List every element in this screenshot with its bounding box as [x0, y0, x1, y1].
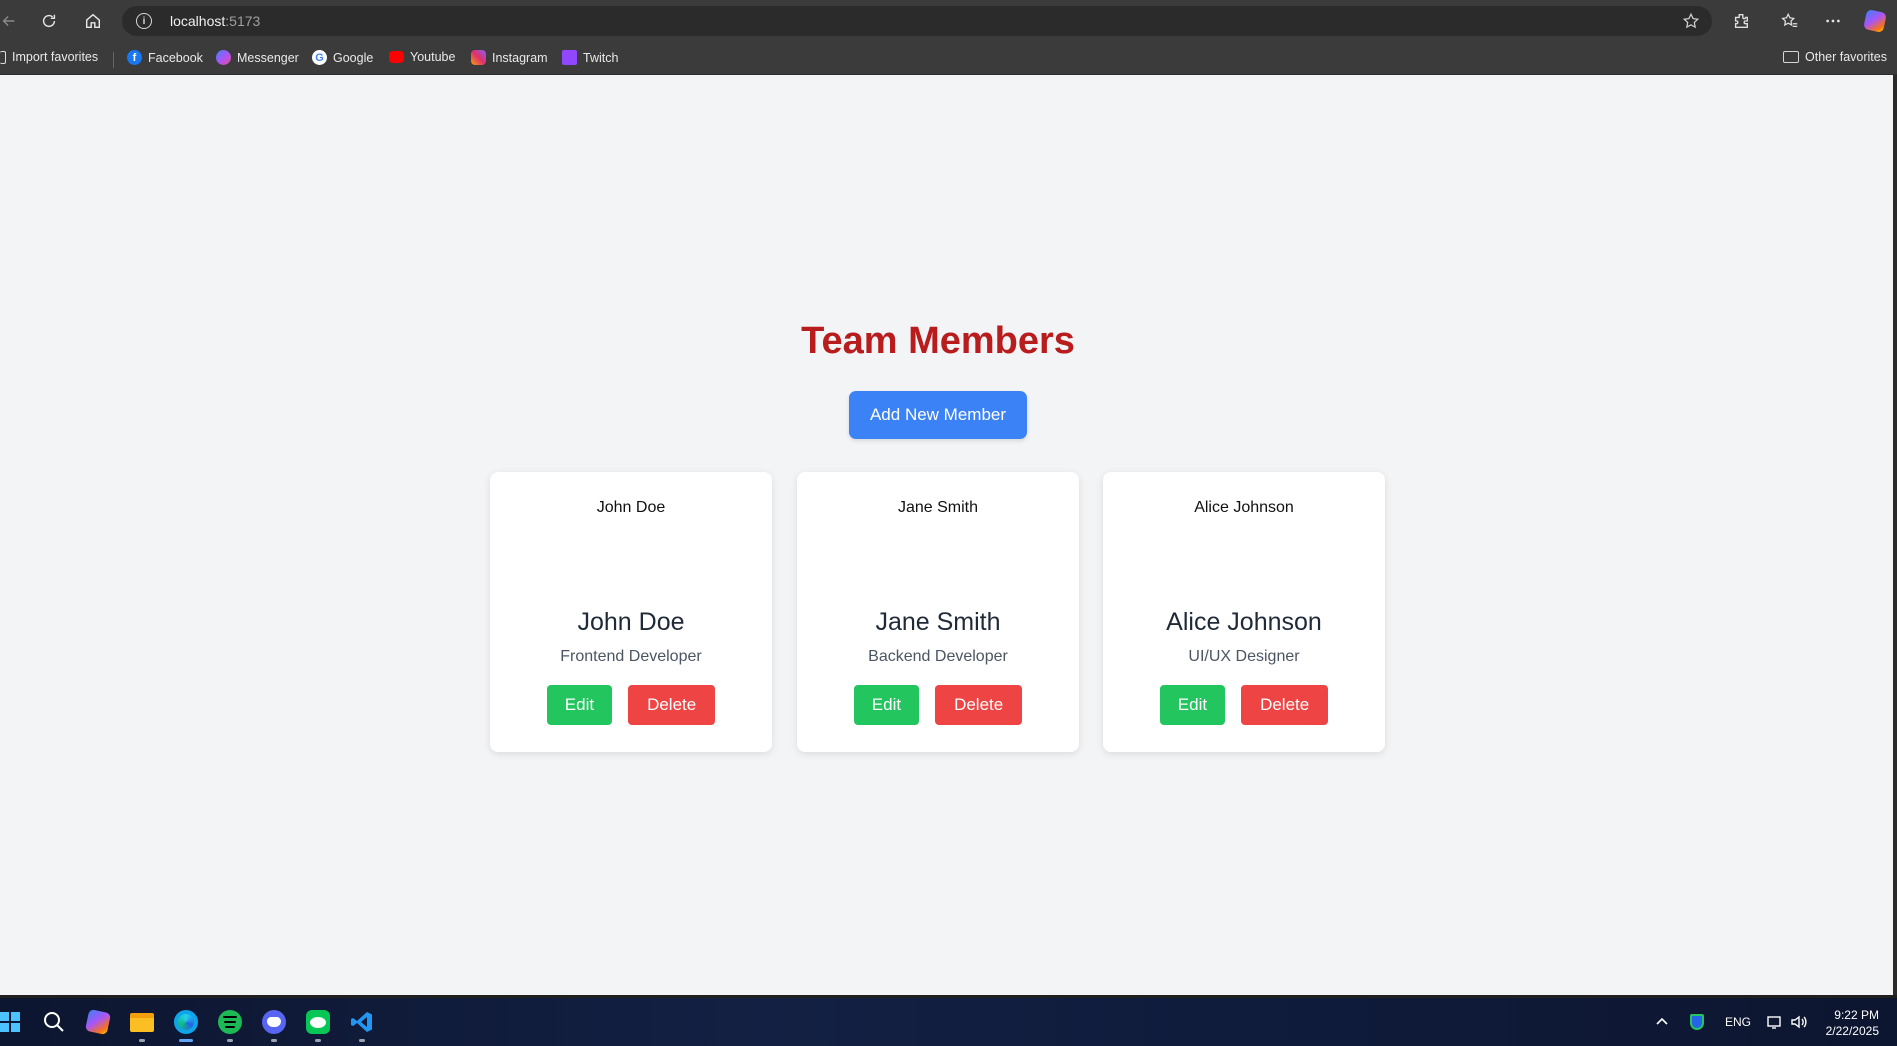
page-title: Team Members	[801, 320, 1075, 362]
edit-button[interactable]: Edit	[546, 685, 613, 725]
image-alt-text: John Doe	[596, 499, 666, 516]
edit-button[interactable]: Edit	[1159, 685, 1226, 725]
volume-icon[interactable]	[1790, 998, 1808, 1046]
other-favorites[interactable]: Other favorites	[1783, 50, 1887, 64]
card-actions: Edit Delete	[490, 685, 772, 725]
youtube-icon	[389, 51, 404, 63]
member-name: Jane Smith	[875, 608, 1001, 636]
bookmark-instagram[interactable]: Instagram	[471, 50, 548, 65]
bookmark-label: Messenger	[237, 50, 299, 65]
messenger-icon	[216, 50, 231, 65]
delete-button[interactable]: Delete	[628, 685, 716, 725]
import-icon	[0, 50, 6, 64]
member-card: John Doe John Doe Frontend Developer Edi…	[490, 472, 772, 752]
edge-icon[interactable]	[170, 1006, 202, 1042]
back-icon[interactable]	[0, 6, 24, 36]
member-name: Alice Johnson	[1166, 608, 1322, 636]
facebook-icon: f	[127, 50, 142, 65]
language-indicator[interactable]: ENG	[1725, 998, 1751, 1046]
delete-button[interactable]: Delete	[1241, 685, 1329, 725]
bookmark-label: Import favorites	[12, 50, 99, 64]
security-shield-icon[interactable]	[1690, 998, 1704, 1046]
member-card: Jane Smith Jane Smith Backend Developer …	[797, 472, 1079, 752]
url-port: :5173	[225, 13, 261, 29]
image-alt-text: Alice Johnson	[1194, 499, 1294, 516]
search-icon[interactable]	[38, 1006, 70, 1038]
window-edge	[1893, 75, 1897, 995]
other-favorites-label: Other favorites	[1805, 50, 1887, 64]
folder-icon	[1783, 51, 1799, 63]
member-role: Backend Developer	[868, 648, 1008, 665]
copilot-icon[interactable]	[1860, 6, 1890, 36]
card-actions: Edit Delete	[1103, 685, 1385, 725]
bookmark-youtube[interactable]: Youtube	[389, 50, 455, 64]
bookmark-facebook[interactable]: f Facebook	[127, 50, 203, 65]
extensions-icon[interactable]	[1726, 6, 1756, 36]
reload-icon[interactable]	[34, 6, 64, 36]
edit-button[interactable]: Edit	[853, 685, 920, 725]
home-icon[interactable]	[78, 6, 108, 36]
bookmark-twitch[interactable]: Twitch	[562, 50, 618, 65]
image-alt-text: Jane Smith	[897, 499, 979, 516]
bookmark-messenger[interactable]: Messenger	[216, 50, 299, 65]
copilot-icon[interactable]	[82, 1006, 114, 1038]
show-hidden-icons-icon[interactable]	[1655, 998, 1669, 1046]
favorites-icon[interactable]	[1775, 6, 1805, 36]
more-options-icon[interactable]	[1818, 6, 1848, 36]
clock-time: 9:22 PM	[1834, 1008, 1879, 1022]
system-clock[interactable]: 9:22 PM 2/22/2025	[1826, 1007, 1879, 1039]
address-bar[interactable]: i localhost:5173	[122, 6, 1712, 36]
member-photo: Jane Smith	[888, 496, 988, 596]
favorite-star-icon[interactable]	[1682, 12, 1700, 30]
clock-date: 2/22/2025	[1825, 1024, 1879, 1038]
bookmark-label: Facebook	[148, 50, 203, 65]
member-role: Frontend Developer	[560, 648, 702, 665]
vscode-icon[interactable]	[346, 1006, 378, 1042]
discord-icon[interactable]	[258, 1006, 290, 1042]
bookmark-separator	[113, 52, 114, 68]
member-role: UI/UX Designer	[1188, 648, 1300, 665]
bookmarks-bar: Import favorites f Facebook Messenger G …	[0, 42, 1897, 75]
bookmark-label: Instagram	[492, 50, 548, 65]
delete-button[interactable]: Delete	[935, 685, 1023, 725]
bookmark-google[interactable]: G Google	[312, 50, 373, 65]
member-photo: John Doe	[581, 496, 681, 596]
line-icon[interactable]	[302, 1006, 334, 1042]
instagram-icon	[471, 50, 486, 65]
spotify-icon[interactable]	[214, 1006, 246, 1042]
bookmark-label: Youtube	[410, 50, 456, 64]
google-icon: G	[312, 50, 327, 65]
member-card: Alice Johnson Alice Johnson UI/UX Design…	[1103, 472, 1385, 752]
card-actions: Edit Delete	[797, 685, 1079, 725]
page-viewport: Team Members Add New Member John Doe Joh…	[0, 75, 1893, 995]
bookmark-label: Google	[333, 50, 374, 65]
add-new-member-button[interactable]: Add New Member	[849, 391, 1027, 439]
language-label: ENG	[1725, 1015, 1752, 1029]
bookmark-import-favorites[interactable]: Import favorites	[0, 50, 98, 64]
member-photo: Alice Johnson	[1194, 496, 1294, 596]
member-name: John Doe	[577, 608, 685, 636]
file-explorer-icon[interactable]	[126, 1006, 158, 1042]
url-host: localhost	[170, 13, 226, 29]
start-icon[interactable]	[0, 1006, 26, 1038]
info-icon[interactable]: i	[136, 13, 152, 29]
bookmark-label: Twitch	[583, 50, 619, 65]
twitch-icon	[562, 50, 577, 65]
taskbar: ENG 9:22 PM 2/22/2025	[0, 998, 1897, 1046]
network-icon[interactable]	[1766, 998, 1784, 1046]
browser-toolbar: i localhost:5173	[0, 0, 1897, 42]
